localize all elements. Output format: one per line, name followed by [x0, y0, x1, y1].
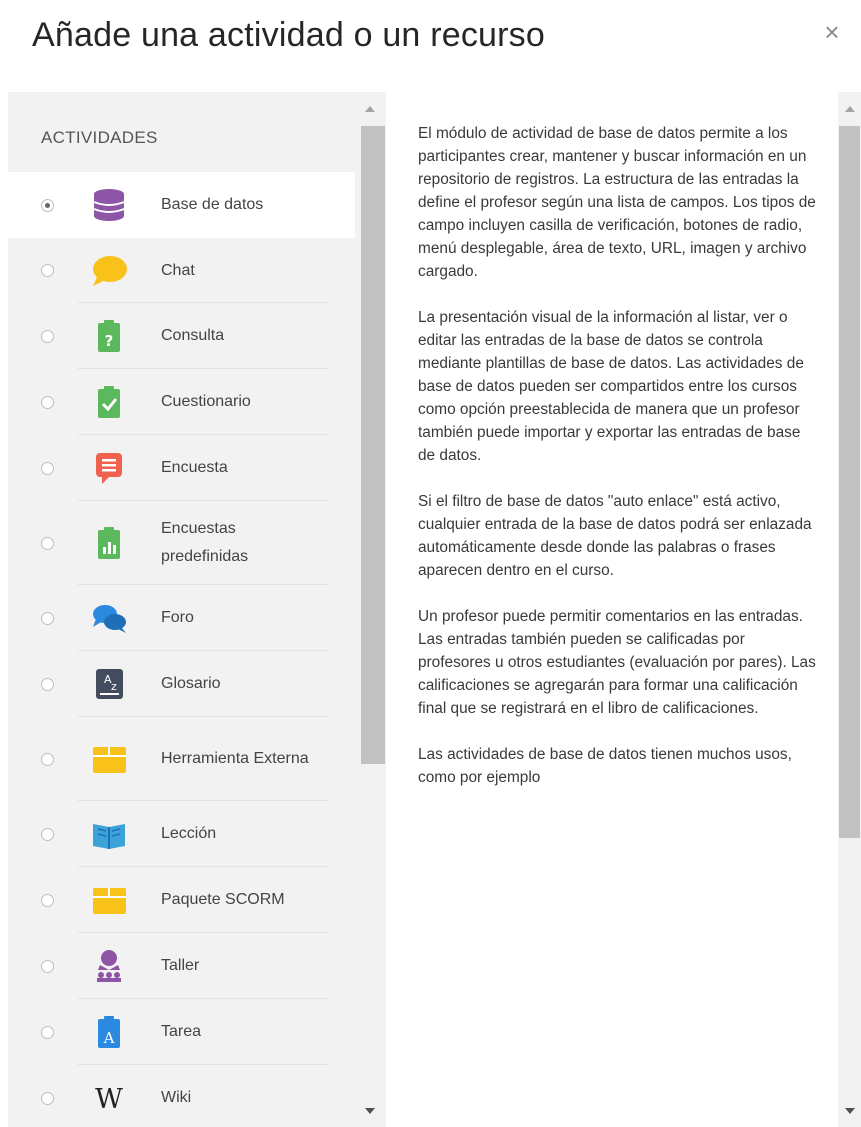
svg-text:W: W: [95, 1084, 123, 1115]
activity-option[interactable]: Encuestas predefinidas: [8, 501, 355, 585]
scroll-up-arrow[interactable]: [365, 106, 375, 112]
activity-option-label: Base de datos: [161, 196, 264, 213]
radio-button[interactable]: [41, 827, 54, 841]
activity-option[interactable]: ? Consulta: [8, 303, 355, 369]
description-paragraph: Las actividades de base de datos tienen …: [418, 746, 792, 786]
modal-title: Añade una actividad o un recurso: [32, 16, 545, 54]
choice-clipboard-icon: ?: [90, 318, 128, 354]
svg-text:z: z: [111, 680, 117, 693]
activity-option-label: Wiki: [161, 1089, 192, 1106]
activity-option[interactable]: Foro: [8, 585, 355, 651]
lesson-book-icon: [90, 816, 128, 852]
description-paragraph: Un profesor puede permitir comentarios e…: [418, 608, 816, 717]
scorm-box-icon: [90, 882, 128, 918]
activity-option-label: Encuesta: [161, 459, 228, 476]
survey-chart-icon: [90, 525, 128, 561]
scroll-down-arrow[interactable]: [365, 1108, 375, 1114]
activity-options-panel: ACTIVIDADES Base de datos Chat? Consulta Cu…: [8, 92, 386, 1127]
quiz-checkmark-icon: [90, 384, 128, 420]
activity-option-label: Taller: [161, 957, 200, 974]
svg-text:?: ?: [105, 332, 114, 350]
radio-button[interactable]: [41, 461, 54, 475]
radio-button[interactable]: [41, 536, 54, 550]
activity-option[interactable]: A Tarea: [8, 999, 355, 1065]
activity-option-label: Consulta: [161, 327, 225, 344]
activity-option[interactable]: Herramienta Externa: [8, 717, 355, 801]
feedback-icon: [90, 450, 128, 486]
activity-option-label: Paquete SCORM: [161, 891, 285, 908]
activity-option-label: Cuestionario: [161, 393, 251, 410]
radio-button[interactable]: [41, 198, 54, 212]
wiki-w-icon: W: [90, 1080, 128, 1116]
scroll-down-arrow[interactable]: [845, 1108, 855, 1114]
activity-option-label: Foro: [161, 609, 194, 626]
database-icon: [90, 187, 128, 223]
workshop-people-icon: [90, 948, 128, 984]
radio-button[interactable]: [41, 1025, 54, 1039]
radio-button[interactable]: [41, 752, 54, 766]
radio-button[interactable]: [41, 677, 54, 691]
activity-option-label: Lección: [161, 825, 217, 842]
radio-button[interactable]: [41, 959, 54, 973]
assignment-icon: A: [90, 1014, 128, 1050]
svg-text:A: A: [103, 1029, 115, 1047]
section-heading-activities: ACTIVIDADES: [41, 128, 158, 147]
description-paragraph: Si el filtro de base de datos "auto enla…: [418, 493, 812, 579]
radio-button[interactable]: [41, 893, 54, 907]
description-scroll-thumb[interactable]: [839, 126, 860, 838]
activity-option[interactable]: Chat: [8, 238, 355, 303]
activity-option[interactable]: Cuestionario: [8, 369, 355, 435]
radio-button[interactable]: [41, 611, 54, 625]
activity-list: Base de datos Chat? Consulta Cuestionario En…: [8, 172, 355, 1127]
description-panel: El módulo de actividad de base de datos …: [390, 92, 835, 1127]
activity-option[interactable]: Paquete SCORM: [8, 867, 355, 933]
description-scrollbar[interactable]: [838, 92, 861, 1127]
activity-option[interactable]: W Wiki: [8, 1065, 355, 1127]
activity-description: El módulo de actividad de base de datos …: [418, 122, 818, 812]
scroll-up-arrow[interactable]: [845, 106, 855, 112]
radio-button[interactable]: [41, 1091, 54, 1105]
activity-option[interactable]: Base de datos: [8, 172, 355, 238]
activity-option[interactable]: Taller: [8, 933, 355, 999]
activity-option-label: Tarea: [161, 1023, 202, 1040]
activity-option[interactable]: Az Glosario: [8, 651, 355, 717]
activity-option[interactable]: Lección: [8, 801, 355, 867]
options-scrollbar[interactable]: [360, 92, 385, 1127]
external-tool-box-icon: [90, 741, 128, 777]
activity-option-label: Chat: [161, 261, 195, 279]
options-scroll-thumb[interactable]: [361, 126, 385, 764]
radio-button[interactable]: [41, 395, 54, 409]
activity-option-label: Encuestas predefinidas: [161, 520, 249, 565]
description-paragraph: El módulo de actividad de base de datos …: [418, 125, 816, 280]
radio-button[interactable]: [41, 264, 54, 277]
description-paragraph: La presentación visual de la información…: [418, 309, 804, 464]
activity-option[interactable]: Encuesta: [8, 435, 355, 501]
forum-bubbles-icon: [90, 600, 128, 636]
radio-button[interactable]: [41, 329, 54, 343]
activity-option-label: Herramienta Externa: [161, 750, 309, 767]
glossary-az-icon: Az: [90, 666, 128, 702]
close-button[interactable]: ×: [818, 16, 846, 48]
activity-option-label: Glosario: [161, 675, 221, 692]
chat-bubble-icon: [90, 253, 128, 289]
